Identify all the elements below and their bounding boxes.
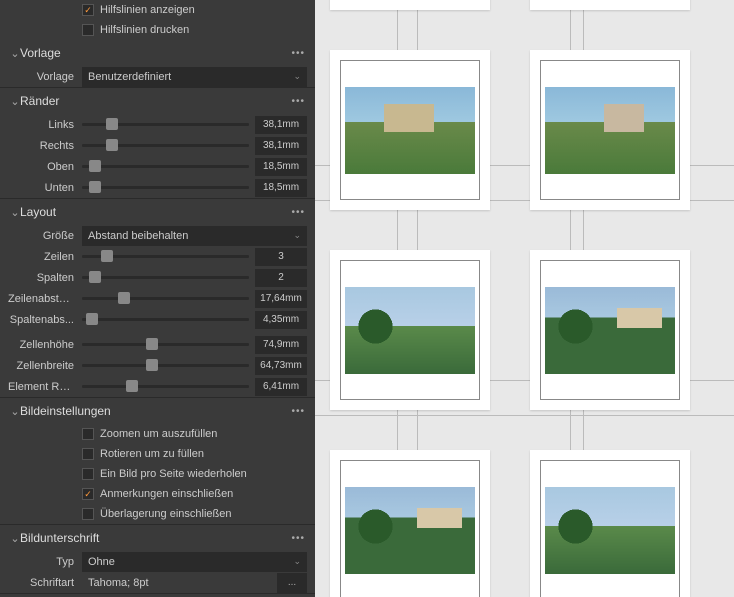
caption-font-button[interactable]: ... [277,573,307,593]
caption-font-label: Schriftart [8,577,82,589]
margins-title: Ränder [20,94,291,108]
image-settings-section: ⌄ Bildeinstellungen ••• Zoomen um auszuf… [0,398,315,525]
rows-value[interactable]: 3 [255,248,307,266]
repeat-label: Ein Bild pro Seite wiederholen [100,468,247,480]
print-guides-row: Hilfslinien drucken [0,20,315,40]
show-guides-row: ✓ Hilfslinien anzeigen [0,0,315,20]
cellw-label: Zellenbreite [8,360,82,372]
margin-top-value[interactable]: 18,5mm [255,158,307,176]
rowgap-value[interactable]: 17,64mm [255,290,307,308]
preview-cell[interactable] [330,450,490,597]
preview-grid [330,0,690,597]
size-label: Größe [8,230,82,242]
repeat-checkbox[interactable] [82,468,94,480]
settings-panel: ✓ Hilfslinien anzeigen Hilfslinien druck… [0,0,315,597]
cols-label: Spalten [8,272,82,284]
preview-cell[interactable] [530,450,690,597]
margin-right-slider[interactable] [82,144,249,147]
overlay-label: Überlagerung einschließen [100,508,231,520]
caret-down-icon: ⌄ [293,556,301,567]
overlay-checkbox[interactable] [82,508,94,520]
margin-left-label: Links [8,119,82,131]
caption-title: Bildunterschrift [20,531,291,545]
layout-title: Layout [20,205,291,219]
template-title: Vorlage [20,46,291,60]
margins-section: ⌄ Ränder ••• Links 38,1mm Rechts 38,1mm Ob… [0,88,315,199]
layout-section: ⌄ Layout ••• GrößeAbstand beibehalten⌄ Z… [0,199,315,398]
margins-menu-icon[interactable]: ••• [291,96,305,107]
cols-slider[interactable] [82,276,249,279]
cellh-slider[interactable] [82,343,249,346]
template-header[interactable]: ⌄ Vorlage ••• [0,40,315,66]
layout-header[interactable]: ⌄ Layout ••• [0,199,315,225]
margin-left-value[interactable]: 38,1mm [255,116,307,134]
annotations-label: Anmerkungen einschließen [100,488,233,500]
rows-label: Zeilen [8,251,82,263]
template-section: ⌄ Vorlage ••• Vorlage Benutzerdefiniert … [0,40,315,88]
margin-right-value[interactable]: 38,1mm [255,137,307,155]
cellh-value[interactable]: 74,9mm [255,336,307,354]
margin-bottom-value[interactable]: 18,5mm [255,179,307,197]
cellh-label: Zellenhöhe [8,339,82,351]
caret-down-icon: ⌄ [293,71,301,82]
preview-area[interactable] [315,0,734,597]
radius-label: Element Ra... [8,381,82,393]
size-select[interactable]: Abstand beibehalten⌄ [82,226,307,246]
template-menu-icon[interactable]: ••• [291,48,305,59]
template-row: Vorlage Benutzerdefiniert ⌄ [0,66,315,87]
margin-top-label: Oben [8,161,82,173]
cellw-slider[interactable] [82,364,249,367]
chevron-down-icon: ⌄ [10,532,20,545]
margin-left-slider[interactable] [82,123,249,126]
chevron-down-icon: ⌄ [10,405,20,418]
show-guides-label: Hilfslinien anzeigen [100,4,195,16]
cellw-value[interactable]: 64,73mm [255,357,307,375]
preview-cell[interactable] [530,250,690,410]
preview-cell[interactable] [330,250,490,410]
colgap-label: Spaltenabs... [8,314,82,326]
zoom-label: Zoomen um auszufüllen [100,428,217,440]
caption-type-select[interactable]: Ohne⌄ [82,552,307,572]
radius-value[interactable]: 6,41mm [255,378,307,396]
chevron-down-icon: ⌄ [10,95,20,108]
template-label: Vorlage [8,71,82,83]
colgap-slider[interactable] [82,318,249,321]
margin-top-slider[interactable] [82,165,249,168]
margins-header[interactable]: ⌄ Ränder ••• [0,88,315,114]
show-guides-checkbox[interactable]: ✓ [82,4,94,16]
rows-slider[interactable] [82,255,249,258]
zoom-checkbox[interactable] [82,428,94,440]
caption-header[interactable]: ⌄ Bildunterschrift ••• [0,525,315,551]
caret-down-icon: ⌄ [293,230,301,241]
preview-cell[interactable] [530,0,690,10]
rowgap-slider[interactable] [82,297,249,300]
chevron-down-icon: ⌄ [10,47,20,60]
caption-type-label: Typ [8,556,82,568]
preview-cell[interactable] [330,0,490,10]
preview-cell[interactable] [330,50,490,210]
caption-section: ⌄ Bildunterschrift ••• TypOhne⌄ Schrifta… [0,525,315,594]
image-settings-header[interactable]: ⌄ Bildeinstellungen ••• [0,398,315,424]
caption-font-value: Tahoma; 8pt [82,577,149,589]
template-select[interactable]: Benutzerdefiniert ⌄ [82,67,307,87]
annotations-checkbox[interactable]: ✓ [82,488,94,500]
print-guides-checkbox[interactable] [82,24,94,36]
rotate-label: Rotieren um zu füllen [100,448,204,460]
image-settings-menu-icon[interactable]: ••• [291,406,305,417]
print-guides-label: Hilfslinien drucken [100,24,189,36]
margin-right-label: Rechts [8,140,82,152]
rotate-checkbox[interactable] [82,448,94,460]
image-settings-title: Bildeinstellungen [20,404,291,418]
colgap-value[interactable]: 4,35mm [255,311,307,329]
chevron-down-icon: ⌄ [10,206,20,219]
preview-cell[interactable] [530,50,690,210]
cols-value[interactable]: 2 [255,269,307,287]
layout-menu-icon[interactable]: ••• [291,207,305,218]
rowgap-label: Zeilenabstand [8,293,82,305]
margin-bottom-slider[interactable] [82,186,249,189]
margin-bottom-label: Unten [8,182,82,194]
caption-menu-icon[interactable]: ••• [291,533,305,544]
radius-slider[interactable] [82,385,249,388]
